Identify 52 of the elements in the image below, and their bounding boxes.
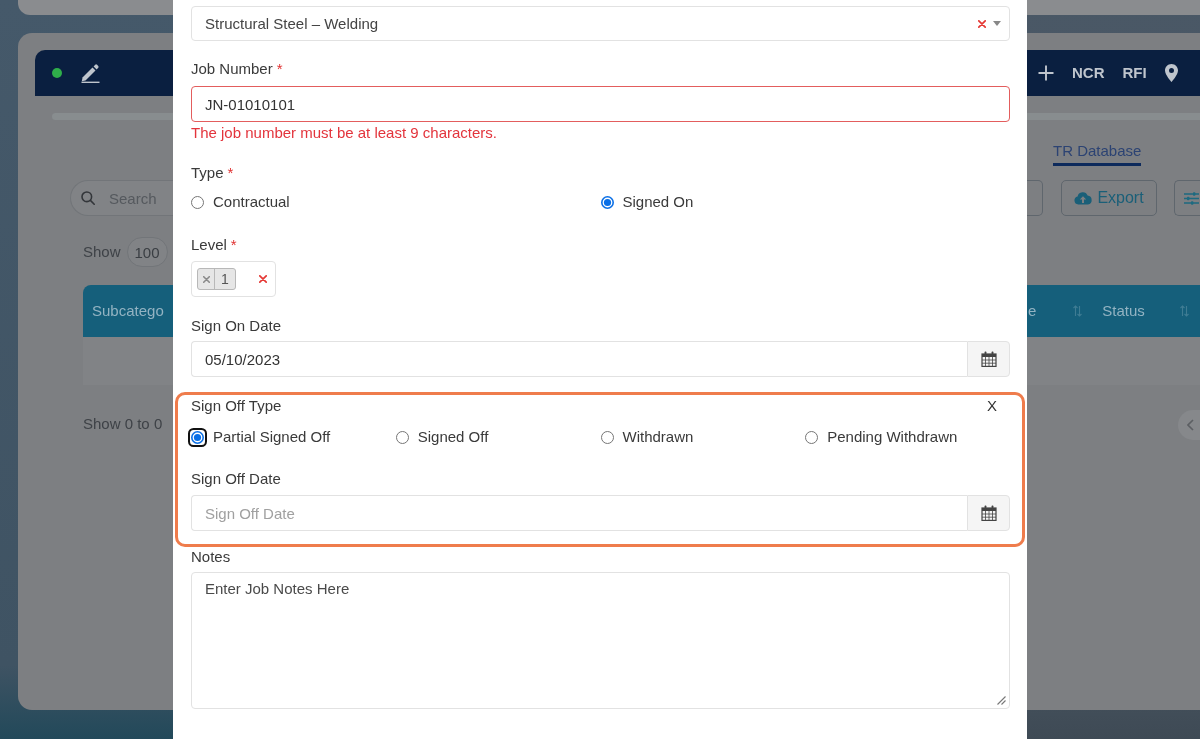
field-label: Sign Off Type [191, 396, 282, 416]
radio-button[interactable] [395, 430, 409, 444]
field-label: Sign On Date [191, 316, 283, 336]
calendar-button[interactable] [967, 341, 1010, 377]
status-dot-icon [52, 68, 62, 78]
search-icon [81, 191, 95, 205]
field-label: Level * [191, 235, 238, 255]
radio-label: Withdrawn [622, 427, 694, 447]
caret-icon[interactable] [993, 21, 1001, 26]
sliders-icon [1184, 191, 1199, 205]
cloud-upload-icon [1074, 191, 1093, 205]
nav-link[interactable]: NCR [1072, 63, 1105, 83]
field-label: Notes [191, 547, 232, 567]
job-number-input[interactable]: JN-01010101 [191, 86, 1010, 122]
page-size-label: Show [83, 242, 121, 262]
category-select[interactable]: Structural Steel – Welding [191, 6, 1010, 41]
column-header: Status [1102, 301, 1145, 321]
radio-button[interactable] [191, 195, 204, 209]
radio-button[interactable] [600, 195, 614, 209]
calendar-icon [980, 505, 997, 521]
plus-icon[interactable] [1038, 65, 1054, 81]
nav-link[interactable]: RFI [1122, 63, 1147, 83]
pencil-icon[interactable] [80, 63, 101, 83]
location-pin-icon[interactable] [1164, 64, 1178, 82]
radio-button[interactable] [600, 430, 614, 444]
table-summary: Show 0 to 0 [83, 414, 164, 434]
field-label: Sign Off Date [191, 469, 282, 489]
column-header: Subcatego [92, 301, 164, 321]
chevron-left-icon [1187, 419, 1194, 431]
close-button[interactable]: X [987, 396, 997, 416]
field-label: Type * [191, 163, 235, 183]
radio-label: Partial Signed Off [213, 427, 331, 447]
radio-button[interactable] [805, 430, 819, 444]
clear-icon[interactable] [978, 19, 986, 28]
radio-label: Contractual [213, 192, 290, 212]
remove-icon[interactable] [202, 275, 210, 283]
radio-label: Signed On [622, 192, 694, 212]
column-header: e [1028, 301, 1037, 321]
date-input[interactable]: Sign Off Date [191, 495, 967, 531]
tag-label: 1 [220, 270, 230, 288]
date-input[interactable]: 05/10/2023 [191, 341, 967, 377]
clear-icon[interactable] [258, 275, 267, 283]
notes-field[interactable]: Enter Job Notes Here [191, 572, 1010, 709]
calendar-icon [980, 351, 997, 367]
error-message: The job number must be at least 9 characters. [191, 124, 498, 142]
level-select[interactable]: 1 [191, 261, 276, 297]
resize-grip-icon[interactable] [997, 696, 1006, 705]
field-label: Job Number * [191, 59, 284, 79]
radio-button[interactable] [188, 427, 207, 447]
calendar-button[interactable] [967, 495, 1010, 531]
radio-label: Pending Withdrawn [827, 427, 958, 447]
radio-label: Signed Off [417, 427, 489, 447]
